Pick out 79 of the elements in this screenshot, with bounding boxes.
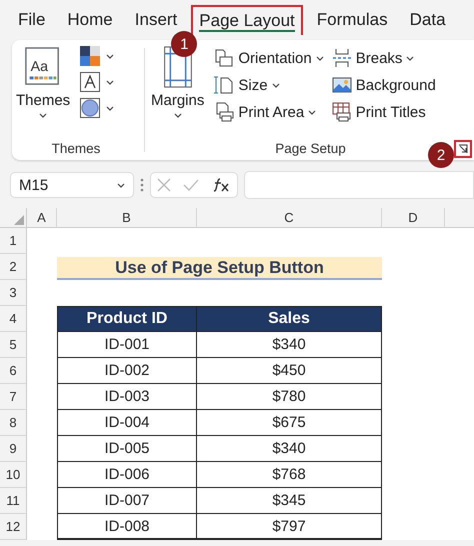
table-cell: $340 [197, 436, 382, 462]
row-header[interactable]: 5 [0, 332, 27, 358]
ribbon-command[interactable]: Orientation [212, 46, 326, 70]
table-cell: ID-008 [57, 514, 197, 540]
effects-dropdown[interactable] [78, 98, 116, 118]
caret-icon [117, 182, 125, 188]
dialog-launcher-button[interactable] [454, 140, 472, 158]
row-header[interactable]: 1 [0, 228, 27, 254]
caret-icon [39, 113, 48, 118]
caret-icon [316, 56, 324, 60]
column-header[interactable]: C [197, 208, 382, 228]
colors-dropdown[interactable] [78, 46, 116, 66]
row-header[interactable]: 4 [0, 306, 27, 332]
ribbon-tab[interactable]: Page Layout [191, 5, 303, 35]
table-cell: ID-002 [57, 358, 197, 384]
caret-icon [406, 56, 414, 60]
table-cell: ID-005 [57, 436, 197, 462]
more-icon [140, 178, 144, 192]
group-caption: Themes [52, 141, 100, 158]
title-cell: Use of Page Setup Button [57, 257, 382, 280]
table-cell: $780 [197, 384, 382, 410]
printer-icon [214, 102, 234, 122]
group-caption: Page Setup [275, 141, 346, 158]
caret-icon [106, 54, 114, 58]
table-header-cell: Product ID [57, 306, 197, 332]
ribbon-command[interactable]: Breaks [330, 46, 438, 70]
circle-icon [80, 98, 100, 118]
row-header[interactable]: 11 [0, 488, 27, 514]
color-palette-icon [80, 46, 100, 66]
row-header[interactable]: 6 [0, 358, 27, 384]
table-cell: $675 [197, 410, 382, 436]
formula-input[interactable] [244, 171, 474, 199]
row-header[interactable]: 2 [0, 254, 27, 280]
table-cell: $450 [197, 358, 382, 384]
column-header[interactable]: A [27, 208, 57, 228]
font-icon [80, 72, 100, 92]
pages-icon [214, 48, 234, 68]
caret-icon [106, 80, 114, 84]
ribbon-command[interactable]: Print Titles [330, 100, 438, 124]
ribbon-tab[interactable]: File [10, 4, 54, 36]
row-header[interactable]: 8 [0, 410, 27, 436]
table-cell: $345 [197, 488, 382, 514]
check-icon[interactable] [183, 179, 199, 191]
row-header[interactable]: 3 [0, 280, 27, 306]
ribbon-command[interactable]: Background [330, 73, 438, 97]
ribbon-tab[interactable]: Data [402, 4, 454, 36]
caret-icon [174, 113, 182, 118]
table-cell: ID-006 [57, 462, 197, 488]
name-box[interactable]: M15 [10, 172, 134, 198]
table-cell: ID-001 [57, 332, 197, 358]
table-cell: $768 [197, 462, 382, 488]
table-cell: ID-007 [57, 488, 197, 514]
caret-icon [308, 110, 316, 114]
corner-arrow-icon [458, 144, 468, 154]
function-icon[interactable] [211, 177, 231, 193]
row-header[interactable]: 12 [0, 514, 27, 540]
caret-icon [106, 106, 114, 110]
table-header-cell: Sales [197, 306, 382, 332]
row-header[interactable]: 9 [0, 436, 27, 462]
print-titles-icon [332, 102, 352, 122]
row-header[interactable]: 10 [0, 462, 27, 488]
table-cell: $340 [197, 332, 382, 358]
row-header[interactable]: 7 [0, 384, 27, 410]
caret-icon [272, 82, 280, 88]
ribbon-command[interactable]: Size [212, 73, 326, 97]
landscape-image-icon [332, 75, 352, 95]
table-cell: ID-004 [57, 410, 197, 436]
ribbon-tab[interactable]: Formulas [308, 4, 396, 36]
ribbon-tab[interactable]: Home [59, 4, 121, 36]
column-header[interactable]: D [382, 208, 445, 228]
table-cell: ID-003 [57, 384, 197, 410]
step-badge: 2 [428, 142, 454, 168]
table-cell: $797 [197, 514, 382, 540]
themes-button[interactable]: Aa Themes [12, 46, 74, 141]
page-break-icon [332, 48, 352, 68]
column-header[interactable]: B [57, 208, 197, 228]
fonts-dropdown[interactable] [78, 72, 116, 92]
ribbon-command[interactable]: Print Area [212, 100, 326, 124]
page-size-icon [214, 75, 234, 95]
